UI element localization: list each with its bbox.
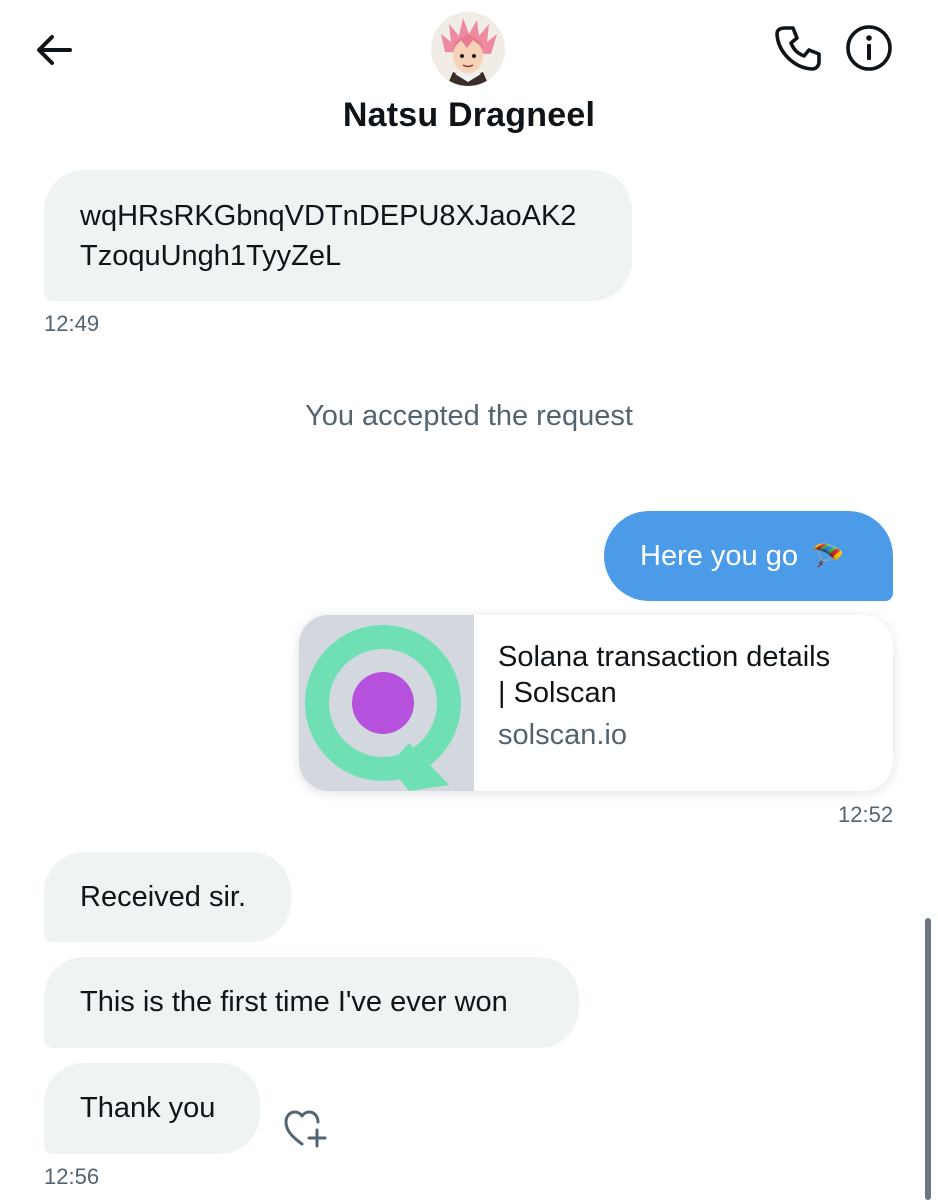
message-bubble-address[interactable]: wqHRsRKGbnqVDTnDEPU8XJaoAK2 TzoquUngh1Ty… bbox=[44, 170, 632, 301]
link-title: Solana transaction details | Solscan bbox=[498, 639, 878, 711]
call-button[interactable] bbox=[772, 22, 824, 74]
message-text: Received sir. bbox=[80, 881, 247, 913]
link-title-line: | Solscan bbox=[498, 677, 617, 709]
message-bubble-outgoing[interactable]: Here you go 🪂 bbox=[604, 511, 893, 601]
message-text-line: wqHRsRKGbnqVDTnDEPU8XJaoAK2 bbox=[80, 200, 577, 232]
system-message: You accepted the request bbox=[305, 400, 633, 432]
message-bubble-first-time[interactable]: This is the first time I've ever won bbox=[44, 957, 579, 1048]
message-bubble-thanks[interactable]: Thank you bbox=[44, 1063, 260, 1154]
message-timestamp: 12:52 bbox=[838, 802, 894, 827]
scrollbar[interactable] bbox=[925, 918, 931, 1200]
message-text: Here you go bbox=[640, 540, 798, 572]
link-title-line: Solana transaction details bbox=[498, 641, 831, 673]
message-text-line: TzoquUngh1TyyZeL bbox=[80, 240, 342, 272]
message-timestamp: 12:56 bbox=[44, 1164, 100, 1189]
avatar-image bbox=[431, 12, 505, 86]
add-reaction-button[interactable] bbox=[283, 1106, 331, 1150]
arrow-left-icon bbox=[37, 35, 72, 65]
link-domain: solscan.io bbox=[498, 719, 627, 751]
info-button[interactable] bbox=[843, 22, 895, 74]
contact-name: Natsu Dragneel bbox=[342, 96, 596, 134]
message-text: This is the first time I've ever won bbox=[80, 986, 508, 1018]
message-timestamp: 12:49 bbox=[44, 311, 100, 336]
phone-icon bbox=[775, 26, 821, 71]
parachute-emoji: 🪂 bbox=[812, 541, 845, 571]
heart-plus-icon bbox=[284, 1110, 327, 1148]
back-button[interactable] bbox=[30, 26, 78, 74]
message-bubble-received[interactable]: Received sir. bbox=[44, 852, 291, 942]
solscan-logo bbox=[299, 615, 474, 791]
link-preview-card[interactable]: Solana transaction details | Solscan sol… bbox=[299, 615, 893, 791]
info-icon bbox=[846, 25, 892, 71]
conversation-header: Natsu Dragneel bbox=[0, 0, 938, 158]
solscan-logo-icon bbox=[299, 615, 474, 791]
message-text: Thank you bbox=[80, 1092, 216, 1124]
avatar[interactable] bbox=[431, 12, 505, 86]
